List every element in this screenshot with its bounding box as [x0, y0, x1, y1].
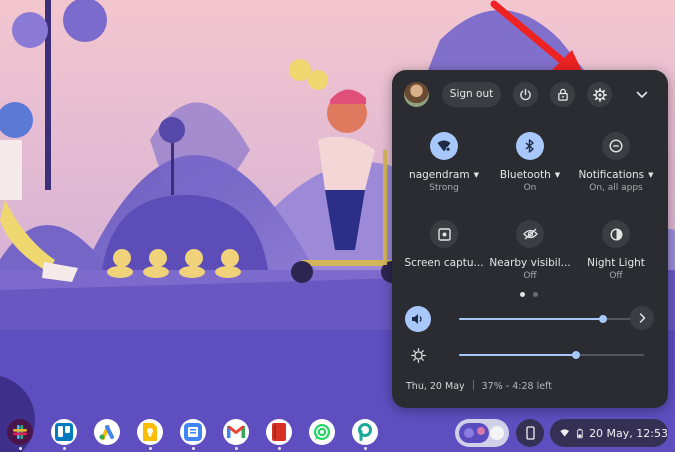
slack-icon	[13, 425, 27, 439]
status-area[interactable]: 20 May, 12:53	[550, 419, 668, 447]
page-dot-active[interactable]	[520, 292, 525, 297]
bluetooth-status: On	[523, 183, 537, 193]
avatar[interactable]	[404, 82, 429, 107]
gear-icon	[592, 87, 607, 102]
wifi-network-label[interactable]: nagendram ▼	[398, 169, 490, 181]
battery-icon	[577, 428, 583, 438]
night-light-tile-button[interactable]	[602, 220, 630, 248]
shelf-date-time: 20 May, 12:53	[589, 426, 668, 440]
app-book[interactable]	[266, 419, 292, 450]
brightness-button	[405, 342, 431, 368]
power-button[interactable]	[513, 82, 538, 107]
chevron-right-icon	[639, 313, 645, 323]
lock-button[interactable]	[550, 82, 575, 107]
app-gmail[interactable]	[223, 419, 249, 450]
app-google-ads[interactable]	[94, 419, 120, 445]
bluetooth-tile-button[interactable]	[516, 132, 544, 160]
trello-icon	[55, 423, 73, 441]
holding-space-tray[interactable]	[455, 419, 509, 447]
divider	[472, 380, 474, 390]
book-icon	[272, 423, 286, 441]
date-label[interactable]: Thu, 20 May	[406, 381, 465, 392]
wifi-icon	[437, 140, 451, 152]
settings-button[interactable]	[587, 82, 612, 107]
chevron-down-icon	[636, 91, 647, 98]
screen-capture-label: Screen captu...	[404, 257, 484, 269]
nearby-share-icon	[522, 228, 538, 240]
app-trello[interactable]	[51, 419, 77, 450]
whatsapp-icon	[314, 424, 330, 440]
notifications-label[interactable]: Notifications ▼	[570, 169, 662, 181]
tile-nearby-visibility[interactable]: Nearby visibil... Off	[484, 220, 576, 281]
brightness-slider-thumb[interactable]	[571, 351, 580, 359]
nearby-visibility-tile-button[interactable]	[516, 220, 544, 248]
gmail-icon	[227, 425, 245, 438]
google-ads-icon	[99, 425, 114, 440]
lock-icon	[557, 88, 568, 101]
screen-capture-tile-button[interactable]	[430, 220, 458, 248]
brightness-row	[392, 342, 668, 368]
volume-icon	[412, 314, 422, 324]
volume-mute-button[interactable]	[405, 306, 431, 332]
do-not-disturb-icon	[609, 139, 623, 153]
brightness-slider[interactable]	[459, 351, 644, 359]
keep-icon	[143, 423, 157, 441]
docs-icon	[184, 423, 202, 441]
page-indicator	[520, 292, 540, 298]
page-dot[interactable]	[533, 292, 538, 297]
tile-notifications[interactable]: Notifications ▼ On, all apps	[570, 132, 662, 193]
wifi-icon	[560, 429, 569, 437]
wifi-tile-button[interactable]	[430, 132, 458, 160]
volume-slider-thumb[interactable]	[599, 315, 608, 323]
night-light-icon	[609, 227, 623, 241]
picsart-icon	[358, 423, 372, 441]
screenshot-preview-icon	[459, 423, 504, 443]
audio-settings-button[interactable]	[630, 306, 654, 330]
app-google-docs[interactable]	[180, 419, 206, 450]
power-icon	[520, 88, 531, 101]
brightness-icon	[410, 347, 426, 363]
wifi-status: Strong	[429, 183, 459, 193]
app-slack[interactable]	[7, 419, 33, 450]
notifications-status: On, all apps	[589, 183, 643, 193]
tile-screen-capture[interactable]: Screen captu...	[398, 220, 490, 271]
app-google-keep[interactable]	[137, 419, 163, 450]
shelf: 20 May, 12:53	[0, 414, 675, 452]
volume-row	[392, 306, 668, 332]
tile-wifi[interactable]: nagendram ▼ Strong	[398, 132, 490, 193]
tile-night-light[interactable]: Night Light Off	[570, 220, 662, 281]
nearby-visibility-status: Off	[523, 271, 537, 281]
tile-bluetooth[interactable]: Bluetooth ▼ On	[484, 132, 576, 193]
screen-capture-icon	[437, 227, 451, 241]
phone-icon	[525, 426, 535, 440]
notifications-tile-button[interactable]	[602, 132, 630, 160]
phone-hub-button[interactable]	[516, 419, 544, 447]
quick-settings-header: Sign out	[392, 82, 668, 108]
bluetooth-icon	[525, 139, 534, 153]
bluetooth-label[interactable]: Bluetooth ▼	[484, 169, 576, 181]
volume-slider[interactable]	[459, 315, 644, 323]
battery-status[interactable]: 37% - 4:28 left	[482, 381, 552, 392]
night-light-label: Night Light	[587, 257, 645, 269]
night-light-status: Off	[609, 271, 623, 281]
sign-out-button[interactable]: Sign out	[442, 82, 501, 107]
collapse-button[interactable]	[629, 82, 654, 107]
app-picsart[interactable]	[352, 419, 378, 450]
quick-settings-panel: Sign out nagendram ▼ Strong Bluetooth ▼ …	[392, 70, 668, 408]
app-whatsapp[interactable]	[309, 419, 335, 445]
nearby-visibility-label: Nearby visibil...	[489, 257, 571, 269]
qs-footer: Thu, 20 May 37% - 4:28 left	[406, 380, 552, 392]
